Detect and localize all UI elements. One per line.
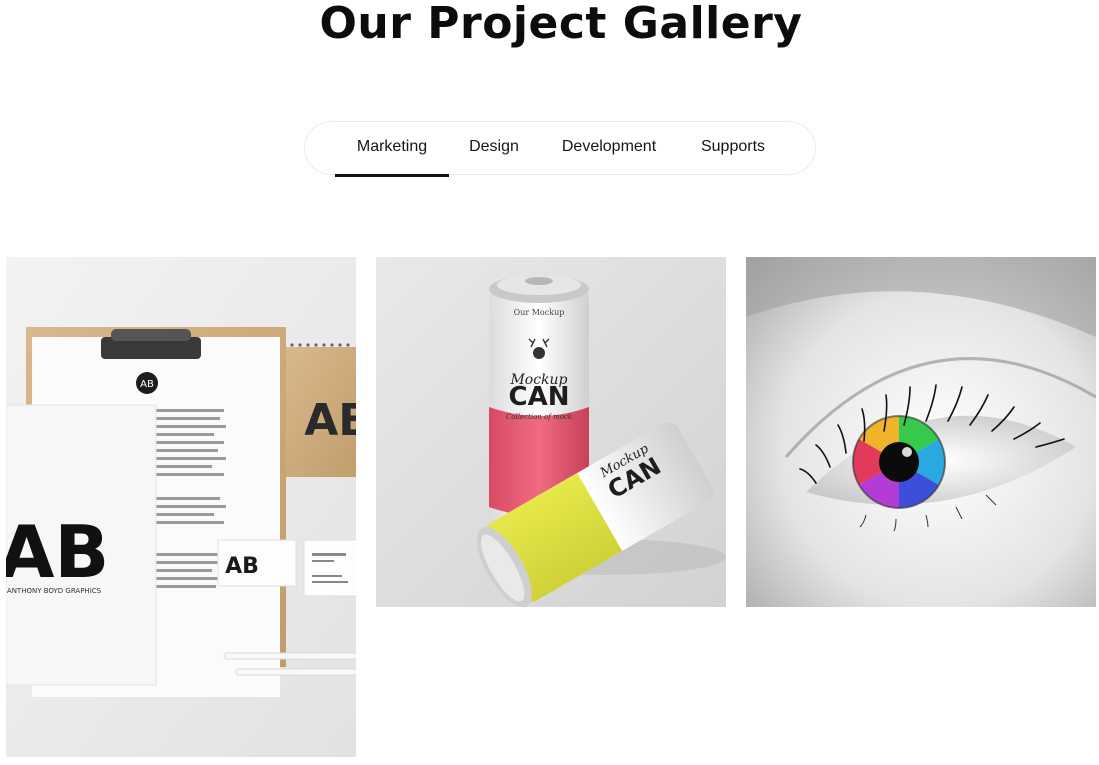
svg-text:AB: AB <box>304 395 356 446</box>
stationery-mockup-image: AB AB AB ANTHONY BOYD GRAPHICS AB <box>6 257 356 757</box>
tab-marketing[interactable]: Marketing <box>335 122 449 177</box>
tab-design[interactable]: Design <box>459 122 529 176</box>
tab-development[interactable]: Development <box>553 122 665 176</box>
ab-logo: AB <box>6 510 109 594</box>
project-gallery-section: Our Project Gallery Marketing Design Dev… <box>0 0 1099 765</box>
gallery-item-eye[interactable] <box>746 257 1096 607</box>
svg-text:AB: AB <box>225 554 259 579</box>
tab-supports[interactable]: Supports <box>689 122 777 176</box>
can-subtitle: Collection of mock <box>506 413 572 421</box>
page-title: Our Project Gallery <box>319 0 803 49</box>
can-title-2: CAN <box>509 382 570 412</box>
can-top-text: Our Mockup <box>514 308 565 317</box>
rainbow-eye-image <box>746 257 1096 607</box>
gallery-item-cans[interactable]: Our Mockup Mockup CAN Collection of mock… <box>376 257 726 607</box>
gallery-filter-tabs: Marketing Design Development Supports <box>304 121 816 177</box>
gallery-item-stationery[interactable]: AB AB AB ANTHONY BOYD GRAPHICS AB <box>6 257 356 757</box>
soda-can-mockup-image: Our Mockup Mockup CAN Collection of mock… <box>376 257 726 607</box>
logo-caption: ANTHONY BOYD GRAPHICS <box>7 587 102 595</box>
svg-text:AB: AB <box>140 379 154 390</box>
